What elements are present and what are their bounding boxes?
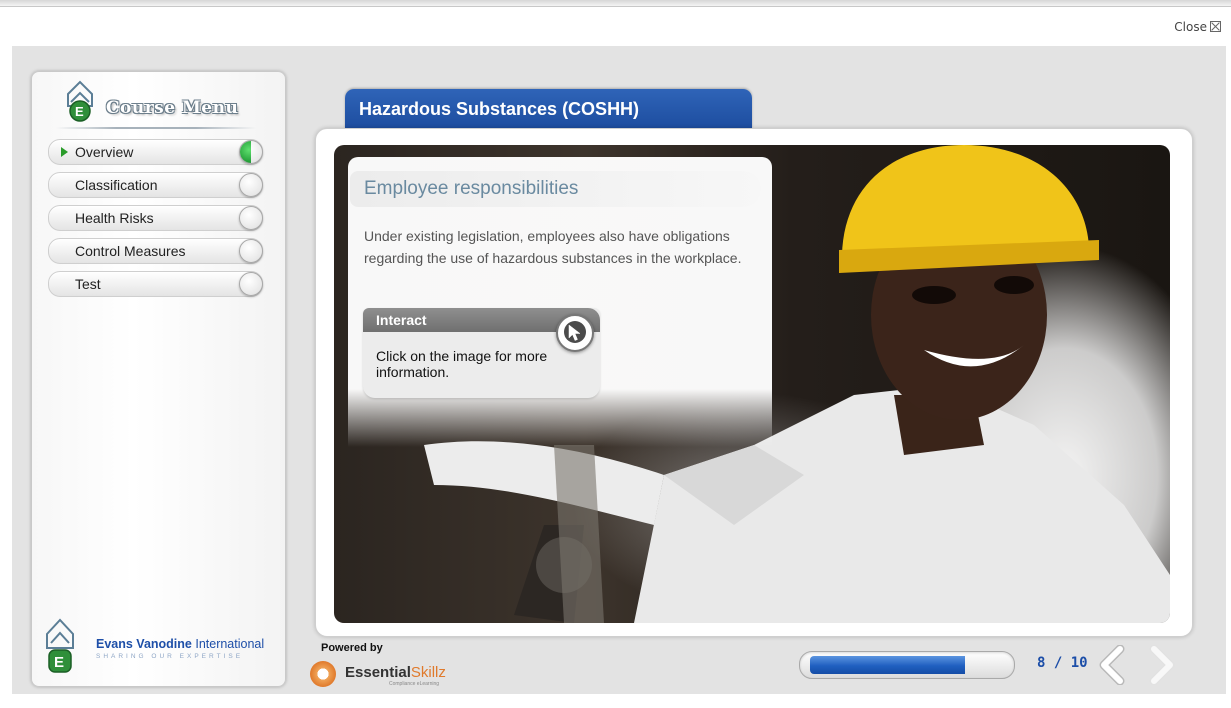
menu-item-label: Health Risks (75, 210, 154, 226)
essentialskillz-logo-icon (310, 661, 336, 687)
progress-status-icon (239, 140, 263, 164)
progress-status-icon (239, 239, 263, 263)
progress-status-icon (239, 173, 263, 197)
lesson-title-tab: Hazardous Substances (COSHH) (345, 89, 752, 129)
menu-item-control-measures[interactable]: Control Measures (48, 238, 263, 264)
current-item-arrow-icon (61, 147, 68, 157)
interact-callout[interactable]: Interact Click on the image for more inf… (363, 308, 600, 398)
provider-name: EssentialSkillz (345, 664, 446, 681)
menu-item-label: Overview (75, 144, 134, 160)
window-top-border (0, 0, 1231, 7)
menu-item-health-risks[interactable]: Health Risks (48, 205, 263, 231)
course-menu-list: Overview Classification Health Risks Con… (48, 139, 263, 304)
close-label: Close (1174, 20, 1207, 34)
brand-tagline: SHARING OUR EXPERTISE (96, 653, 244, 660)
svg-text:E: E (54, 654, 64, 671)
course-menu-panel: E Course Menu Overview Classification He… (31, 71, 286, 687)
course-progress-bar (799, 651, 1015, 679)
menu-item-test[interactable]: Test (48, 271, 263, 297)
progress-status-icon (239, 206, 263, 230)
close-box-icon (1210, 21, 1221, 32)
evans-vanodine-brand-icon: E (46, 618, 74, 673)
interact-label: Interact (376, 312, 427, 328)
section-heading-bar: Employee responsibilities (350, 171, 761, 207)
course-menu-title: Course Menu (106, 98, 239, 118)
page-counter: 8 / 10 (1037, 655, 1088, 671)
progress-fill (810, 656, 965, 674)
menu-item-label: Control Measures (75, 243, 186, 259)
provider-tagline: Compliance eLearning (389, 681, 440, 687)
menu-item-label: Test (75, 276, 101, 292)
menu-divider (56, 127, 256, 129)
lesson-body-text: Under existing legislation, employees al… (364, 228, 742, 266)
mouse-pointer-icon (556, 314, 594, 352)
svg-text:E: E (75, 104, 84, 119)
interact-instruction: Click on the image for more information. (376, 348, 548, 380)
section-heading: Employee responsibilities (364, 178, 579, 199)
close-button[interactable]: Close (1174, 20, 1221, 34)
menu-item-classification[interactable]: Classification (48, 172, 263, 198)
brand-name: Evans Vanodine International (96, 637, 265, 651)
menu-item-overview[interactable]: Overview (48, 139, 263, 165)
powered-by-label: Powered by (321, 642, 383, 654)
chevron-right-icon[interactable] (1140, 645, 1180, 685)
progress-status-icon (239, 272, 263, 296)
menu-item-label: Classification (75, 177, 158, 193)
lesson-title: Hazardous Substances (COSHH) (359, 99, 640, 119)
chevron-left-icon[interactable] (1094, 645, 1134, 685)
evans-vanodine-logo-icon: E (67, 80, 93, 122)
